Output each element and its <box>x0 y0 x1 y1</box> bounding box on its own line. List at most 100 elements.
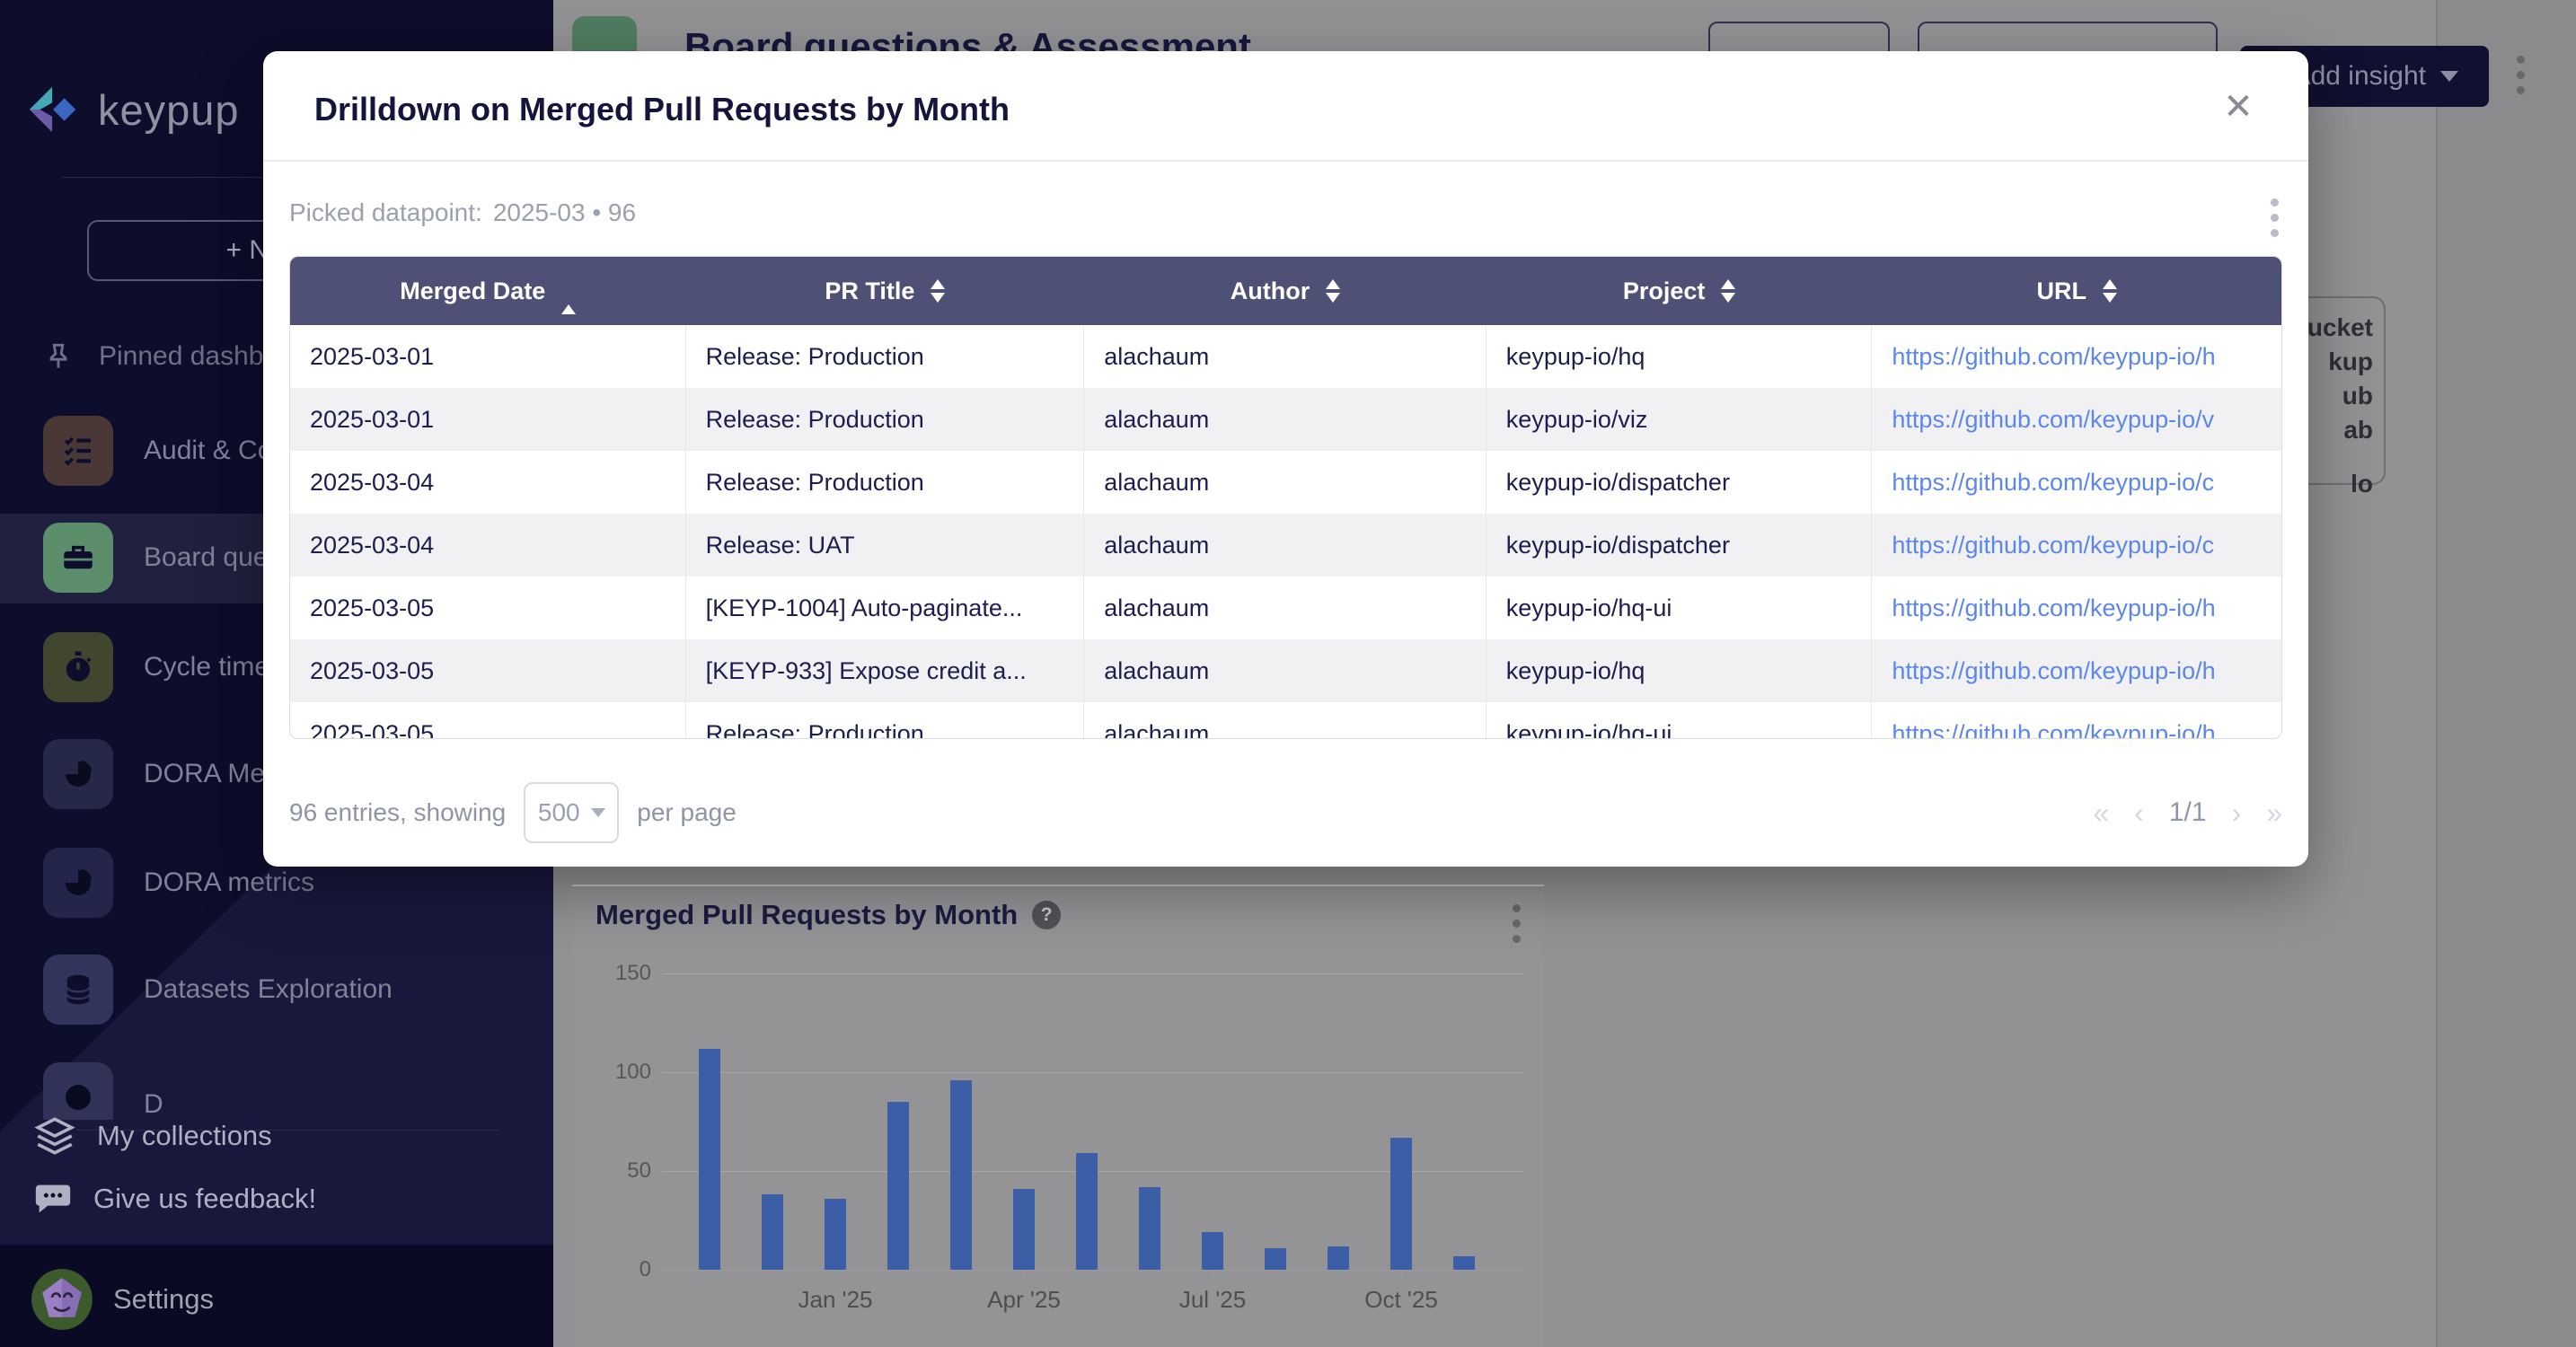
table-cell-url: https://github.com/keypup-io/c <box>1872 451 2281 514</box>
table-kebab-menu-icon[interactable] <box>2271 198 2279 237</box>
keypup-logo: keypup <box>26 82 240 137</box>
page-indicator: 1/1 <box>2169 797 2207 828</box>
y-axis-tick-label: 50 <box>597 1158 651 1184</box>
last-page-button[interactable]: » <box>2266 797 2282 830</box>
pin-icon <box>41 339 75 374</box>
app-root: Board questions & Assessment Add insight… <box>0 0 2576 1347</box>
table-cell-url: https://github.com/keypup-io/c <box>1872 514 2281 577</box>
sidebar-item-d[interactable]: D <box>43 1062 163 1120</box>
pinned-label: Pinned dashbo <box>99 341 278 372</box>
sort-ascending-icon <box>561 277 576 305</box>
table-cell: alachaum <box>1084 514 1486 577</box>
close-icon[interactable]: ✕ <box>2219 87 2258 127</box>
gridline <box>662 1270 1524 1271</box>
pinned-dashboards-header[interactable]: Pinned dashbo <box>41 339 278 374</box>
sort-icon <box>1721 279 1735 303</box>
modal-footer: 96 entries, showing 500 per page « ‹ 1/1… <box>289 777 2282 849</box>
sidebar-item-my-collections[interactable]: My collections <box>32 1114 272 1158</box>
column-header-label: PR Title <box>825 277 914 305</box>
table-cell-url: https://github.com/keypup-io/h <box>1872 325 2281 388</box>
page-kebab-menu-icon[interactable] <box>2517 56 2525 94</box>
layers-icon <box>32 1114 77 1158</box>
help-icon[interactable]: ? <box>1032 901 1061 929</box>
table-cell: keypup-io/dispatcher <box>1486 451 1873 514</box>
page-size-select[interactable]: 500 <box>524 782 619 843</box>
bar-may-25[interactable] <box>1076 1153 1098 1270</box>
bar-aug-25[interactable] <box>1265 1248 1286 1270</box>
table-cell: Release: UAT <box>686 514 1085 577</box>
pr-url-link[interactable]: https://github.com/keypup-io/v <box>1892 406 2214 434</box>
keypup-logo-icon <box>26 82 82 137</box>
table-cell: alachaum <box>1084 577 1486 639</box>
table-cell: 2025-03-04 <box>290 514 686 577</box>
table-cell: 2025-03-05 <box>290 639 686 702</box>
bar-apr-25[interactable] <box>1013 1189 1035 1270</box>
next-page-button[interactable]: › <box>2232 797 2242 830</box>
bar-jun-25[interactable] <box>1139 1187 1160 1270</box>
pr-url-link[interactable]: https://github.com/keypup-io/h <box>1892 720 2215 740</box>
table-header: Merged Date PR Title AuthorProject URL <box>290 257 2281 325</box>
gridline <box>662 973 1524 974</box>
sidebar-item-board-quest[interactable]: Board quest <box>43 523 289 593</box>
logo-text: keypup <box>98 85 240 135</box>
nav-item-label: Datasets Exploration <box>144 974 393 1005</box>
sidebar-item-audit-com[interactable]: Audit & Com <box>43 416 295 486</box>
table-cell: alachaum <box>1084 702 1486 739</box>
x-axis-tick-label: Apr '25 <box>987 1286 1061 1314</box>
table-cell: 2025-03-05 <box>290 577 686 639</box>
column-header-pr-title[interactable]: PR Title <box>686 257 1085 325</box>
modal-header: Drilldown on Merged Pull Requests by Mon… <box>263 51 2308 162</box>
bar-nov-25[interactable] <box>1453 1256 1475 1270</box>
briefcase-icon <box>43 523 113 593</box>
column-header-project[interactable]: Project <box>1486 257 1873 325</box>
sidebar-item-datasets-exploration[interactable]: Datasets Exploration <box>43 955 393 1025</box>
table-cell: alachaum <box>1084 451 1486 514</box>
table-cell: 2025-03-05 <box>290 702 686 739</box>
column-header-merged-date[interactable]: Merged Date <box>290 257 686 325</box>
drilldown-modal: Drilldown on Merged Pull Requests by Mon… <box>263 51 2308 867</box>
table-row: 2025-03-01Release: Productionalachaumkey… <box>290 388 2281 451</box>
sidebar-item-cycle-time-d[interactable]: Cycle time d <box>43 632 292 702</box>
sidebar-item-feedback[interactable]: Give us feedback! <box>32 1178 316 1219</box>
sidebar-item-settings[interactable]: Settings <box>31 1268 214 1331</box>
entries-count-text: 96 entries, showing <box>289 798 506 827</box>
prev-page-button[interactable]: ‹ <box>2134 797 2144 830</box>
table-cell: Release: Production <box>686 702 1085 739</box>
pr-url-link[interactable]: https://github.com/keypup-io/h <box>1892 594 2215 622</box>
column-header-url[interactable]: URL <box>1872 257 2281 325</box>
bar-sep-25[interactable] <box>1328 1246 1349 1270</box>
x-axis-tick <box>1401 1270 1402 1281</box>
bar-mar-25[interactable] <box>950 1080 972 1270</box>
first-page-button[interactable]: « <box>2093 797 2109 830</box>
chart-kebab-menu-icon[interactable] <box>1513 904 1521 943</box>
stopwatch-icon <box>43 632 113 702</box>
page-size-value: 500 <box>538 798 580 827</box>
table-cell: alachaum <box>1084 388 1486 451</box>
nav-item-label: DORA metrics <box>144 867 314 898</box>
y-axis-tick-label: 0 <box>597 1257 651 1282</box>
bar-oct-25[interactable] <box>1390 1138 1412 1270</box>
table-cell: Release: Production <box>686 388 1085 451</box>
chart-icon <box>43 1062 113 1120</box>
bar-nov-24[interactable] <box>699 1049 720 1270</box>
pr-url-link[interactable]: https://github.com/keypup-io/h <box>1892 657 2215 685</box>
y-axis-tick-label: 100 <box>597 1060 651 1085</box>
sidebar-item-dora-metri[interactable]: DORA Metri <box>43 739 287 809</box>
bar-jan-25[interactable] <box>825 1199 846 1270</box>
table-row: 2025-03-04Release: UATalachaumkeypup-io/… <box>290 514 2281 577</box>
bar-feb-25[interactable] <box>887 1102 909 1270</box>
table-cell: 2025-03-01 <box>290 388 686 451</box>
pr-url-link[interactable]: https://github.com/keypup-io/h <box>1892 343 2215 371</box>
table-cell-url: https://github.com/keypup-io/v <box>1872 388 2281 451</box>
chart-title: Merged Pull Requests by Month <box>595 899 1018 931</box>
table-cell: alachaum <box>1084 639 1486 702</box>
table-cell: keypup-io/hq-ui <box>1486 577 1873 639</box>
bar-jul-25[interactable] <box>1202 1232 1223 1270</box>
pr-url-link[interactable]: https://github.com/keypup-io/c <box>1892 532 2214 559</box>
bar-dec-24[interactable] <box>762 1194 783 1270</box>
column-header-author[interactable]: Author <box>1084 257 1486 325</box>
column-header-label: URL <box>2036 277 2086 305</box>
pr-url-link[interactable]: https://github.com/keypup-io/c <box>1892 469 2214 497</box>
chevron-down-icon <box>591 808 605 817</box>
x-axis-tick <box>1024 1270 1025 1281</box>
